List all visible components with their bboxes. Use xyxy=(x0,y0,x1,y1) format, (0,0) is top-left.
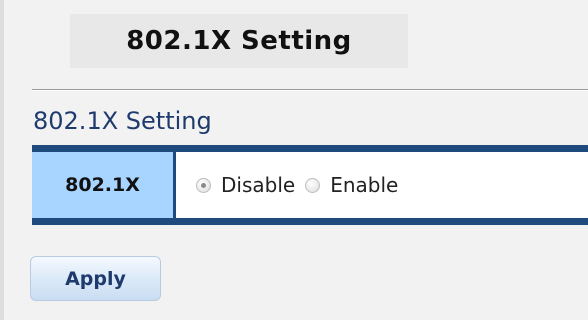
radio-enable-label: Enable xyxy=(330,173,399,197)
divider xyxy=(32,89,588,91)
left-border xyxy=(0,0,4,320)
settings-table: 802.1X Disable Enable xyxy=(32,145,588,225)
radio-disable-label: Disable xyxy=(221,173,296,197)
apply-button[interactable]: Apply xyxy=(30,256,161,301)
radio-disable[interactable]: Disable xyxy=(196,173,295,197)
page-title-box: 802.1X Setting xyxy=(70,14,408,68)
radio-disable-circle[interactable] xyxy=(196,177,211,193)
setting-label: 802.1X xyxy=(32,152,173,218)
radio-enable[interactable]: Enable xyxy=(305,173,398,197)
setting-row-8021x: 802.1X Disable Enable xyxy=(32,152,588,218)
page: 802.1X Setting 802.1X Setting 802.1X Dis… xyxy=(0,0,588,320)
setting-value-cell: Disable Enable xyxy=(176,152,588,218)
radio-enable-circle[interactable] xyxy=(305,177,321,193)
section-title: 802.1X Setting xyxy=(33,107,212,135)
page-title: 802.1X Setting xyxy=(126,26,352,56)
